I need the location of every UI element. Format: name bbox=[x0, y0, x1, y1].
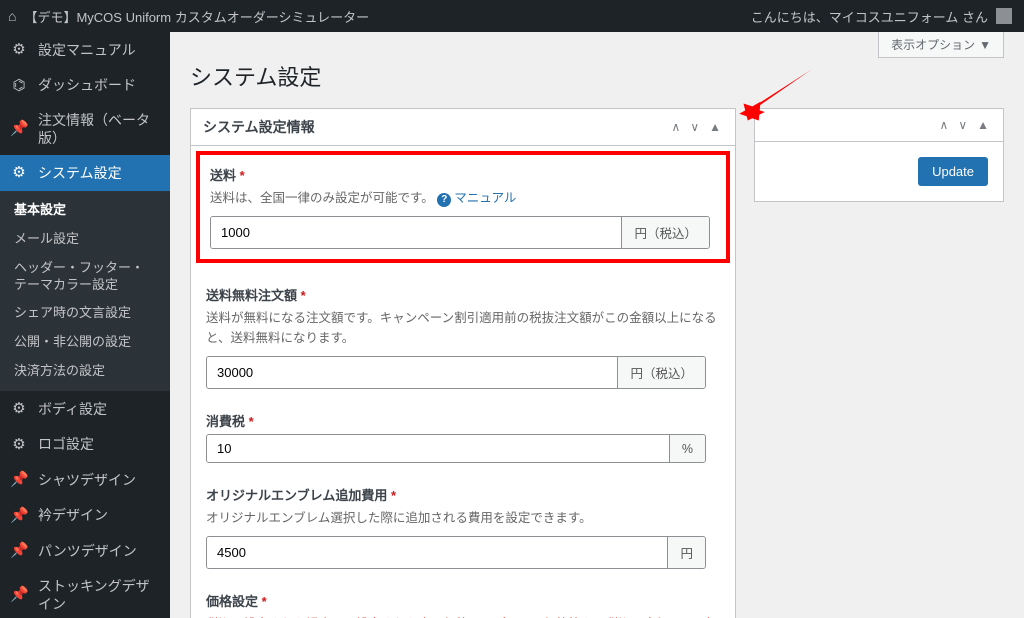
gear-icon: ⚙ bbox=[10, 163, 28, 183]
sidebar-item-label: シャツデザイン bbox=[38, 471, 136, 489]
pin-icon: 📌 bbox=[10, 506, 28, 526]
emblem-input[interactable] bbox=[207, 537, 667, 568]
field-label-shipping: 送料 bbox=[210, 168, 236, 183]
shipping-input[interactable] bbox=[211, 217, 621, 248]
panel-update: ∧ ∨ ▲ Update bbox=[754, 108, 1004, 202]
field-desc-shipping: 送料は、全国一律のみ設定が可能です。 bbox=[210, 191, 434, 205]
price-warning: 税込に設定された場合は、設定された商品価格、オプション価格等を、税込の金額として… bbox=[206, 614, 720, 618]
input-suffix: 円（税込） bbox=[621, 217, 709, 248]
sidebar-item-manual[interactable]: ⚙ 設定マニュアル bbox=[0, 32, 170, 68]
main-content: 表示オプション▼ システム設定 システム設定情報 ∧ ∨ ▲ bbox=[170, 32, 1024, 618]
sidebar-item-dashboard[interactable]: ⌬ ダッシュボード bbox=[0, 68, 170, 104]
dashboard-icon: ⌬ bbox=[10, 76, 28, 96]
home-icon[interactable]: ⌂ bbox=[8, 8, 16, 24]
sidebar-item-label: ストッキングデザイン bbox=[38, 577, 160, 613]
sidebar-item-shirt[interactable]: 📌 シャツデザイン bbox=[0, 462, 170, 498]
gear-icon: ⚙ bbox=[10, 40, 28, 60]
move-down-icon[interactable]: ∨ bbox=[956, 118, 969, 132]
sidebar-submenu: 基本設定 メール設定 ヘッダー・フッター・テーマカラー設定 シェア時の文言設定 … bbox=[0, 191, 170, 391]
sidebar-item-stocking[interactable]: 📌 ストッキングデザイン bbox=[0, 569, 170, 618]
input-suffix: 円（税込） bbox=[617, 357, 705, 388]
sidebar-item-label: 注文情報（ベータ版） bbox=[38, 111, 160, 147]
page-title: システム設定 bbox=[190, 60, 1004, 92]
required-mark: * bbox=[249, 414, 254, 429]
required-mark: * bbox=[391, 488, 396, 503]
input-suffix: % bbox=[669, 435, 705, 462]
sidebar-sub-payment[interactable]: 決済方法の設定 bbox=[0, 357, 170, 386]
sidebar-sub-mail[interactable]: メール設定 bbox=[0, 225, 170, 254]
move-up-icon[interactable]: ∧ bbox=[670, 120, 683, 134]
field-label-free-shipping: 送料無料注文額 bbox=[206, 288, 297, 303]
collapse-icon[interactable]: ▲ bbox=[975, 118, 991, 132]
gear-icon: ⚙ bbox=[10, 435, 28, 455]
field-desc-emblem: オリジナルエンブレム選択した際に追加される費用を設定できます。 bbox=[206, 508, 720, 528]
sidebar-sub-share[interactable]: シェア時の文言設定 bbox=[0, 299, 170, 328]
pin-icon: 📌 bbox=[10, 585, 28, 605]
sidebar-item-body[interactable]: ⚙ ボディ設定 bbox=[0, 391, 170, 427]
site-title[interactable]: 【デモ】MyCOS Uniform カスタムオーダーシミュレーター bbox=[24, 7, 369, 26]
move-down-icon[interactable]: ∨ bbox=[688, 120, 701, 134]
required-mark: * bbox=[301, 288, 306, 303]
screen-options-toggle[interactable]: 表示オプション▼ bbox=[878, 32, 1004, 58]
pin-icon: 📌 bbox=[10, 119, 28, 139]
avatar[interactable] bbox=[996, 8, 1012, 24]
panel-title-side bbox=[767, 117, 771, 133]
sidebar-item-label: ロゴ設定 bbox=[38, 435, 94, 453]
field-label-tax: 消費税 bbox=[206, 414, 245, 429]
sidebar-sub-public[interactable]: 公開・非公開の設定 bbox=[0, 328, 170, 357]
sidebar-item-orders[interactable]: 📌 注文情報（ベータ版） bbox=[0, 103, 170, 155]
free-shipping-input[interactable] bbox=[207, 357, 617, 388]
input-suffix: 円 bbox=[667, 537, 705, 568]
sidebar-item-label: 衿デザイン bbox=[38, 506, 108, 524]
tax-input[interactable] bbox=[207, 435, 669, 462]
panel-system-settings: システム設定情報 ∧ ∨ ▲ 送料 * bbox=[190, 108, 736, 618]
admin-sidebar: ⚙ 設定マニュアル ⌬ ダッシュボード 📌 注文情報（ベータ版） ⚙ システム設… bbox=[0, 32, 170, 618]
required-mark: * bbox=[240, 168, 245, 183]
field-label-price: 価格設定 bbox=[206, 594, 258, 609]
pin-icon: 📌 bbox=[10, 541, 28, 561]
required-mark: * bbox=[262, 594, 267, 609]
sidebar-item-label: ダッシュボード bbox=[38, 76, 136, 94]
sidebar-item-pants[interactable]: 📌 パンツデザイン bbox=[0, 533, 170, 569]
sidebar-item-system-settings[interactable]: ⚙ システム設定 bbox=[0, 155, 170, 191]
highlighted-section: 送料 * 送料は、全国一律のみ設定が可能です。 マニュアル 円（税込） bbox=[196, 151, 730, 263]
greeting-text[interactable]: こんにちは、マイコスユニフォーム さん bbox=[751, 7, 988, 26]
admin-top-bar: ⌂ 【デモ】MyCOS Uniform カスタムオーダーシミュレーター こんにち… bbox=[0, 0, 1024, 32]
sidebar-item-collar[interactable]: 📌 衿デザイン bbox=[0, 498, 170, 534]
collapse-icon[interactable]: ▲ bbox=[707, 120, 723, 134]
sidebar-sub-theme[interactable]: ヘッダー・フッター・テーマカラー設定 bbox=[0, 254, 170, 300]
sidebar-item-logo[interactable]: ⚙ ロゴ設定 bbox=[0, 427, 170, 463]
gear-icon: ⚙ bbox=[10, 399, 28, 419]
field-label-emblem: オリジナルエンブレム追加費用 bbox=[206, 488, 387, 503]
chevron-down-icon: ▼ bbox=[979, 38, 991, 52]
sidebar-item-label: パンツデザイン bbox=[38, 542, 137, 560]
sidebar-item-label: 設定マニュアル bbox=[38, 41, 136, 59]
sidebar-item-label: ボディ設定 bbox=[38, 400, 107, 418]
move-up-icon[interactable]: ∧ bbox=[938, 118, 951, 132]
sidebar-sub-basic[interactable]: 基本設定 bbox=[0, 196, 170, 225]
pin-icon: 📌 bbox=[10, 470, 28, 490]
field-desc-free-shipping: 送料が無料になる注文額です。キャンペーン割引適用前の税抜注文額がこの金額以上にな… bbox=[206, 308, 720, 348]
manual-link[interactable]: マニュアル bbox=[437, 191, 516, 205]
update-button[interactable]: Update bbox=[918, 157, 988, 186]
sidebar-item-label: システム設定 bbox=[38, 164, 122, 182]
panel-title: システム設定情報 bbox=[203, 117, 315, 137]
